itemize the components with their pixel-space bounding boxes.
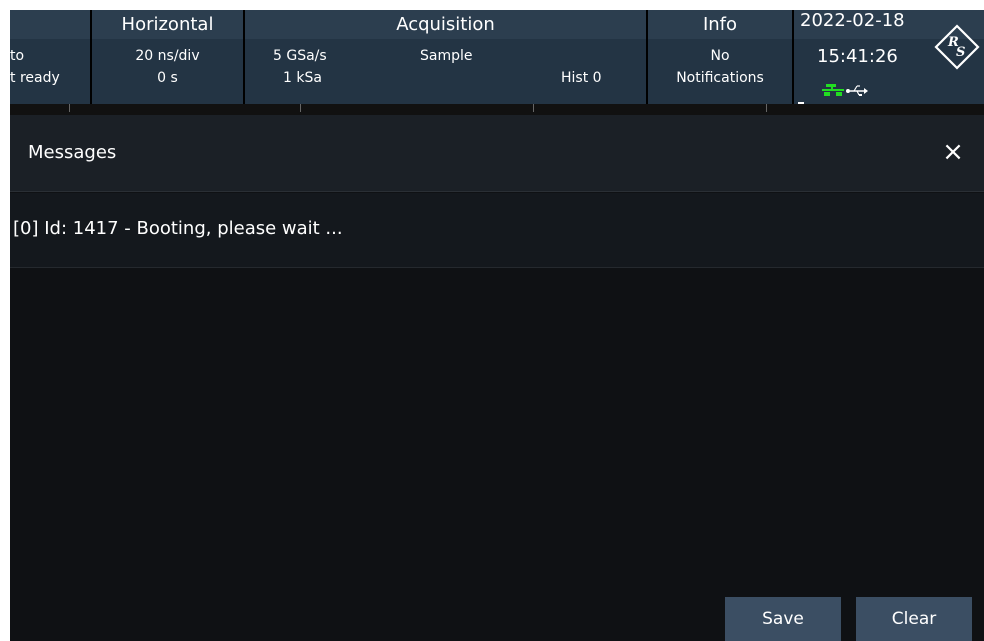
close-icon[interactable]: × bbox=[936, 135, 970, 169]
clock-panel: 2022-02-18 15:41:26 R S bbox=[794, 10, 984, 115]
trigger-header bbox=[10, 10, 90, 39]
horizontal-position: 0 s bbox=[157, 70, 178, 86]
trigger-state: t ready bbox=[10, 70, 60, 86]
rohde-schwarz-logo: R S bbox=[934, 24, 980, 70]
acquisition-mode: Sample bbox=[420, 48, 473, 64]
acquisition-history: Hist 0 bbox=[561, 70, 602, 86]
oscilloscope-screen: to t ready Horizontal 20 ns/div 0 s Acqu… bbox=[10, 10, 984, 641]
info-header: Info bbox=[648, 10, 792, 39]
acquisition-sample-rate: 5 GSa/s bbox=[273, 48, 327, 64]
message-row[interactable]: [0] Id: 1417 - Booting, please wait ... bbox=[10, 193, 984, 268]
acquisition-record-length: 1 kSa bbox=[283, 70, 322, 86]
acquisition-body: 5 GSa/s Sample 1 kSa Hist 0 bbox=[245, 39, 646, 104]
svg-text:S: S bbox=[956, 45, 965, 60]
clock-date: 2022-02-18 bbox=[800, 10, 905, 31]
usb-icon bbox=[846, 85, 868, 96]
grid-tick bbox=[300, 104, 301, 112]
horizontal-body: 20 ns/div 0 s bbox=[92, 39, 243, 104]
clock-time: 15:41:26 bbox=[817, 46, 898, 67]
acquisition-panel[interactable]: Acquisition 5 GSa/s Sample 1 kSa Hist 0 bbox=[245, 10, 646, 115]
clear-button[interactable]: Clear bbox=[856, 597, 972, 641]
messages-dialog: Messages × [0] Id: 1417 - Booting, pleas… bbox=[10, 115, 984, 641]
grid-tick bbox=[533, 104, 534, 112]
info-line1: No bbox=[710, 48, 730, 64]
horizontal-timebase: 20 ns/div bbox=[135, 48, 200, 64]
dialog-title-bar: Messages × bbox=[10, 115, 984, 192]
horizontal-panel[interactable]: Horizontal 20 ns/div 0 s bbox=[92, 10, 243, 115]
trigger-body: to t ready bbox=[10, 39, 90, 104]
info-panel[interactable]: Info No Notifications bbox=[648, 10, 792, 115]
trigger-mode: to bbox=[10, 48, 25, 64]
dialog-title: Messages bbox=[28, 142, 117, 163]
grid-tick bbox=[766, 104, 767, 112]
grid-tick bbox=[69, 104, 70, 112]
trigger-panel[interactable]: to t ready bbox=[10, 10, 90, 115]
message-text: [0] Id: 1417 - Booting, please wait ... bbox=[13, 218, 343, 239]
horizontal-header: Horizontal bbox=[92, 10, 243, 39]
info-notifications: Notifications bbox=[676, 70, 764, 86]
grid-strip bbox=[10, 104, 984, 115]
info-body: No Notifications bbox=[648, 39, 792, 104]
save-button[interactable]: Save bbox=[725, 597, 841, 641]
acquisition-header: Acquisition bbox=[245, 10, 646, 39]
